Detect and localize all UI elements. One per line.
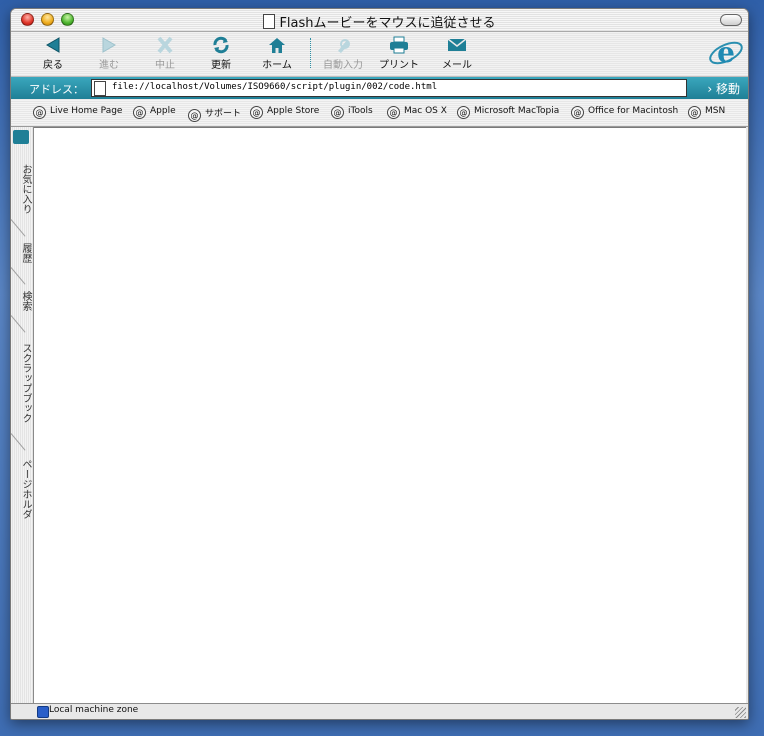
autofill-button[interactable]: 自動入力 (319, 36, 367, 71)
back-arrow-icon (46, 37, 60, 53)
browser-window: Flashムービーをマウスに追従させる 戻る 進む 中止 更新 ホーム 自動入力 (10, 8, 749, 720)
favorite-link[interactable]: @ サポート (188, 106, 241, 122)
printer-icon (390, 36, 408, 54)
print-button[interactable]: プリント (375, 36, 423, 71)
tab-favorites[interactable]: お気に入り (11, 157, 33, 221)
favorite-link[interactable]: @ MSN (688, 106, 725, 119)
favorite-label: Apple Store (267, 106, 320, 116)
stop-label: 中止 (155, 60, 175, 71)
favorite-link[interactable]: @ Apple (133, 106, 176, 119)
go-label: 移動 (715, 82, 740, 96)
security-zone-text: Local machine zone (49, 705, 139, 715)
at-icon: @ (688, 106, 701, 119)
stop-button[interactable]: 中止 (141, 36, 189, 71)
address-bar: アドレス： file://localhost/Volumes/ISO9660/s… (11, 77, 748, 99)
forward-button[interactable]: 進む (85, 36, 133, 71)
page-document-icon (94, 81, 106, 96)
at-icon: @ (457, 106, 470, 119)
window-title: Flashムービーをマウスに追従させる (11, 12, 748, 31)
address-url: file://localhost/Volumes/ISO9660/script/… (112, 82, 438, 92)
tab-scrapbook[interactable]: スクラップブック (11, 333, 33, 433)
explorer-bar-toggle-icon[interactable] (13, 130, 29, 144)
favorite-label: MSN (705, 106, 726, 116)
document-icon (263, 14, 276, 29)
stop-x-icon (157, 36, 173, 54)
mail-icon (447, 38, 467, 51)
print-label: プリント (379, 60, 419, 71)
title-bar[interactable]: Flashムービーをマウスに追従させる (11, 9, 748, 32)
refresh-button[interactable]: 更新 (197, 36, 245, 71)
address-input[interactable]: file://localhost/Volumes/ISO9660/script/… (91, 79, 687, 97)
favorite-label: iTools (348, 106, 373, 116)
favorite-link[interactable]: @ iTools (331, 106, 373, 119)
at-icon: @ (188, 109, 201, 122)
favorite-link[interactable]: @ Live Home Page (33, 106, 122, 119)
favorite-link[interactable]: @ Apple Store (250, 106, 319, 119)
explorer-bar: お気に入り 履歴 検索 スクラップブック ページホルダ (11, 127, 34, 703)
tab-divider (11, 267, 26, 285)
mail-button[interactable]: メール (433, 36, 481, 71)
tab-divider (11, 315, 26, 333)
tab-search[interactable]: 検索 (11, 285, 33, 317)
at-icon: @ (571, 106, 584, 119)
favorite-link[interactable]: @ Office for Macintosh (571, 106, 678, 119)
forward-arrow-icon (102, 37, 116, 53)
home-label: ホーム (262, 60, 292, 71)
at-icon: @ (331, 106, 344, 119)
favorites-bar: @ Live Home Page @ Apple @ サポート @ Apple Stor… (11, 100, 748, 127)
window-title-text: Flashムービーをマウスに追従させる (279, 16, 496, 31)
favorite-label: Mac OS X (404, 106, 447, 116)
toolbar-toggle-button[interactable] (720, 14, 742, 26)
favorite-link[interactable]: @ Mac OS X (387, 106, 447, 119)
go-button[interactable]: › 移動 (707, 80, 740, 97)
back-button[interactable]: 戻る (29, 36, 77, 71)
toolbar-separator (310, 38, 311, 68)
resize-grip-icon[interactable] (735, 707, 746, 718)
refresh-icon (213, 36, 229, 54)
security-zone-icon (37, 706, 49, 718)
at-icon: @ (387, 106, 400, 119)
at-icon: @ (133, 106, 146, 119)
svg-text:e: e (717, 36, 735, 69)
home-icon (269, 38, 285, 53)
forward-label: 進む (99, 60, 119, 71)
status-bar: Local machine zone (11, 703, 748, 719)
mail-label: メール (442, 60, 472, 71)
favorite-label: Office for Macintosh (588, 106, 679, 116)
internet-explorer-logo-icon: e (709, 36, 743, 69)
tab-history[interactable]: 履歴 (11, 237, 33, 269)
favorite-link[interactable]: @ Microsoft MacTopia (457, 106, 559, 119)
autofill-pen-icon (338, 39, 350, 53)
page-content-area[interactable] (34, 127, 746, 703)
tab-divider (11, 219, 26, 237)
home-button[interactable]: ホーム (253, 36, 301, 71)
toolbar: 戻る 進む 中止 更新 ホーム 自動入力 プリント メール e (11, 32, 748, 77)
favorite-label: Microsoft MacTopia (474, 106, 560, 116)
favorite-label: Apple (150, 106, 176, 116)
favorite-label: サポート (205, 109, 242, 119)
refresh-label: 更新 (211, 60, 231, 71)
at-icon: @ (33, 106, 46, 119)
back-label: 戻る (43, 60, 63, 71)
autofill-label: 自動入力 (323, 60, 363, 71)
at-icon: @ (250, 106, 263, 119)
tab-page-holder[interactable]: ページホルダ (11, 449, 33, 529)
favorite-label: Live Home Page (50, 106, 123, 116)
address-label: アドレス： (29, 83, 84, 96)
